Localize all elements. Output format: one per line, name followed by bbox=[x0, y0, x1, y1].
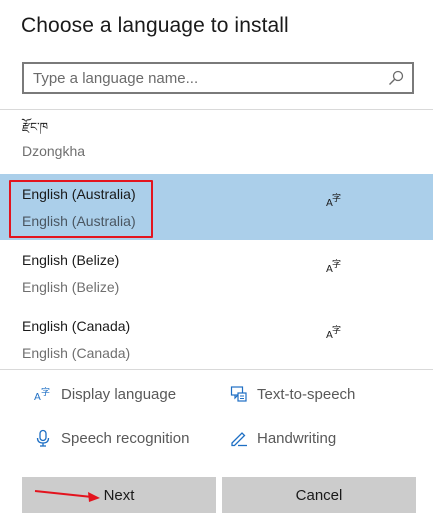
annotation-highlight-box bbox=[9, 180, 153, 238]
search-icon[interactable] bbox=[388, 70, 404, 86]
legend-text-to-speech: Text-to-speech bbox=[230, 383, 355, 405]
svg-text:字: 字 bbox=[41, 386, 50, 398]
legend-speech-recognition: Speech recognition bbox=[34, 427, 189, 449]
language-native-name: English (Belize) bbox=[22, 252, 120, 268]
annotation-arrow bbox=[34, 490, 100, 502]
legend-label: Display language bbox=[61, 385, 177, 403]
page-title: Choose a language to install bbox=[21, 14, 289, 37]
search-input[interactable] bbox=[24, 64, 412, 92]
legend-display-language: A 字 Display language bbox=[34, 383, 176, 405]
list-item-english-australia[interactable]: English (Australia) English (Australia) … bbox=[0, 174, 433, 240]
list-item-dzongkha[interactable]: རྫོང་ཁ Dzongkha bbox=[0, 110, 433, 174]
language-english-name: English (Belize) bbox=[22, 279, 120, 295]
display-language-icon: A 字 bbox=[326, 324, 341, 340]
display-language-icon: A 字 bbox=[326, 192, 341, 208]
legend-label: Text-to-speech bbox=[257, 385, 356, 403]
svg-text:字: 字 bbox=[332, 258, 341, 270]
cancel-button[interactable]: Cancel bbox=[222, 477, 416, 513]
svg-text:A: A bbox=[34, 392, 41, 403]
handwriting-icon bbox=[231, 432, 247, 447]
text-to-speech-icon bbox=[230, 386, 247, 402]
svg-text:字: 字 bbox=[332, 192, 341, 204]
language-list[interactable]: རྫོང་ཁ Dzongkha English (Australia) Engl… bbox=[0, 109, 433, 369]
language-english-name: Dzongkha bbox=[22, 143, 86, 159]
language-native-name: English (Canada) bbox=[22, 318, 131, 334]
list-item-english-belize[interactable]: English (Belize) English (Belize) A 字 bbox=[0, 240, 433, 306]
list-item-english-canada[interactable]: English (Canada) English (Canada) A 字 bbox=[0, 306, 433, 369]
display-language-icon: A 字 bbox=[326, 258, 341, 274]
display-language-icon: A 字 bbox=[34, 386, 50, 403]
legend-divider bbox=[0, 369, 433, 370]
legend-label: Speech recognition bbox=[61, 429, 190, 447]
svg-text:字: 字 bbox=[332, 324, 341, 336]
language-english-name: English (Canada) bbox=[22, 345, 131, 361]
feature-legend: A 字 Display language Text-to-speech Spee… bbox=[0, 378, 433, 458]
legend-handwriting: Handwriting bbox=[230, 427, 336, 449]
microphone-icon bbox=[36, 429, 50, 447]
search-box[interactable] bbox=[22, 62, 414, 94]
legend-label: Handwriting bbox=[257, 429, 337, 447]
